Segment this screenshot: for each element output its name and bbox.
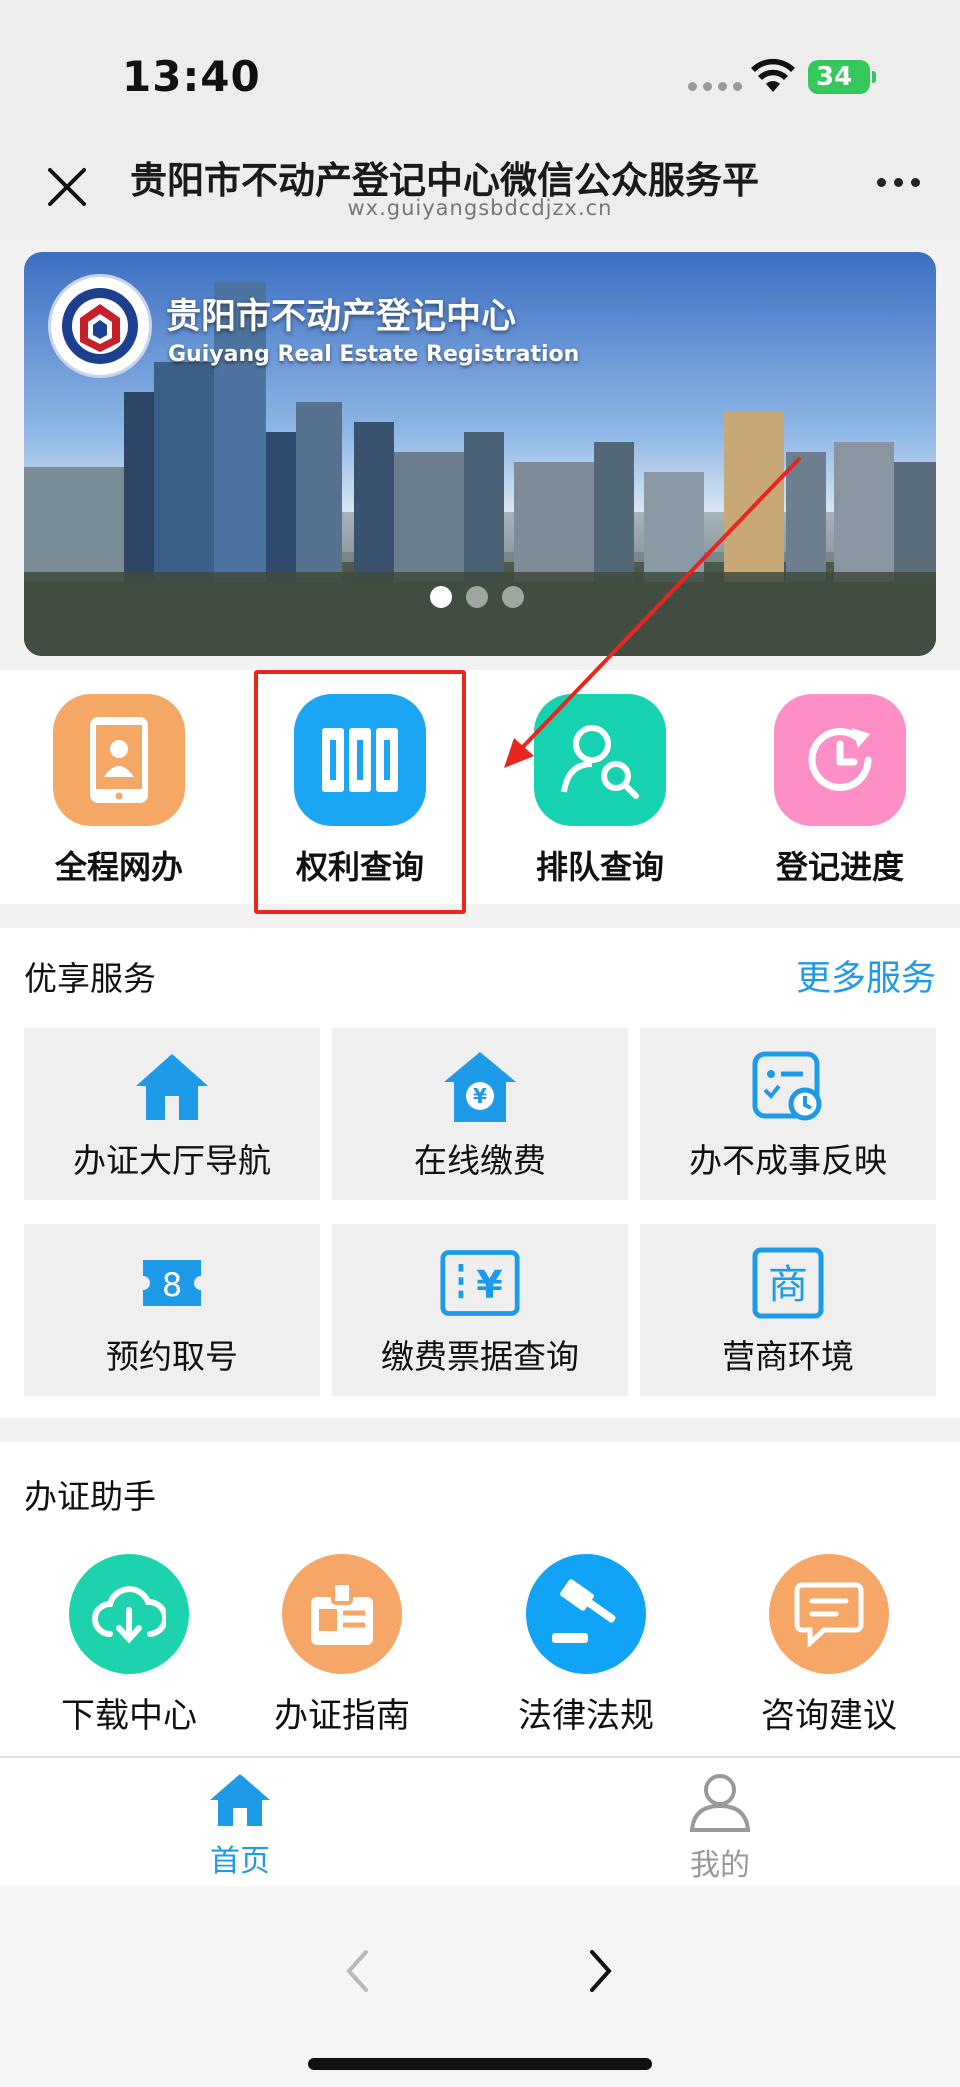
yen-receipt-icon: ¥ [440,1246,520,1320]
tab-mine[interactable]: 我的 [620,1772,820,1884]
status-bar: 13:40 34 [0,0,960,140]
carousel-dot[interactable] [430,586,452,608]
feedback-card-icon [748,1050,828,1124]
quick-item-label: 排队查询 [535,848,664,886]
service-online-payment[interactable]: ¥ 在线缴费 [332,1028,628,1200]
cellular-signal-icon [688,82,742,91]
back-arrow-icon[interactable] [344,1948,370,1994]
service-label: 办不成事反映 [689,1141,887,1180]
services-section: 优享服务 更多服务 办证大厅导航 ¥ 在线缴费 办不成事反映 8 预约取号 ¥ … [0,928,960,1418]
cloud-download-icon [69,1554,189,1674]
guide-id-icon [282,1554,402,1674]
service-label: 在线缴费 [414,1141,546,1180]
svg-text:¥: ¥ [476,1263,503,1307]
quick-item-label: 全程网办 [54,848,183,886]
ticket-icon: 8 [132,1246,212,1320]
service-business-environment[interactable]: 商 营商环境 [640,1224,936,1396]
banner-subtitle: Guiyang Real Estate Registration [168,342,580,367]
banner-carousel[interactable]: 贵阳市不动产登记中心 Guiyang Real Estate Registrat… [24,252,936,656]
service-label: 营商环境 [722,1337,854,1376]
assistant-section: 办证助手 下载中心 办证指南 法律法规 咨询建议 [0,1442,960,1756]
more-options-icon[interactable] [877,178,920,187]
carousel-dot[interactable] [466,586,488,608]
clock-refresh-icon [774,694,906,826]
assistant-download-center[interactable]: 下载中心 [29,1554,229,1737]
browser-nav-bar: 贵阳市不动产登记中心微信公众服务平 wx.guiyangsbdcdjzx.cn [0,140,960,240]
tab-home-label: 首页 [210,1844,270,1879]
shang-icon: 商 [748,1246,828,1320]
quick-item-label: 登记进度 [775,848,904,886]
service-receipt-query[interactable]: ¥ 缴费票据查询 [332,1224,628,1396]
svg-text:¥: ¥ [473,1084,487,1108]
quick-item-online[interactable]: 全程网办 [19,694,219,888]
service-feedback[interactable]: 办不成事反映 [640,1028,936,1200]
carousel-dot[interactable] [502,586,524,608]
gavel-icon [526,1554,646,1674]
service-label: 缴费票据查询 [381,1337,579,1376]
home-indicator [308,2058,652,2070]
browser-toolbar [0,1886,960,2087]
tab-bar: 首页 我的 [0,1756,960,1886]
svg-text:商: 商 [768,1262,808,1308]
assistant-label: 法律法规 [518,1696,654,1736]
home-icon [132,1050,212,1124]
forward-arrow-icon[interactable] [588,1948,614,1994]
battery-level: 34 [816,62,853,92]
battery-icon: 34 [808,60,876,94]
service-label: 办证大厅导航 [73,1141,271,1180]
user-search-icon [534,694,666,826]
service-appointment[interactable]: 8 预约取号 [24,1224,320,1396]
wifi-icon [751,58,795,92]
phone-user-icon [53,694,185,826]
service-label: 预约取号 [106,1337,238,1376]
services-title: 优享服务 [24,959,156,998]
quick-menu: 全程网办 权利查询 排队查询 登记进度 [0,670,960,904]
assistant-label: 办证指南 [274,1696,410,1736]
more-services-link[interactable]: 更多服务 [796,950,936,1001]
house-yen-icon: ¥ [440,1050,520,1124]
assistant-consult[interactable]: 咨询建议 [729,1554,929,1737]
carousel-dots[interactable] [430,586,524,608]
highlight-box [254,670,466,914]
assistant-label: 咨询建议 [761,1696,897,1736]
page-url: wx.guiyangsbdcdjzx.cn [347,196,613,220]
registration-center-logo [48,274,152,378]
quick-item-progress[interactable]: 登记进度 [740,694,940,888]
quick-item-queue-query[interactable]: 排队查询 [500,694,700,888]
assistant-title: 办证助手 [24,1477,156,1516]
assistant-guide[interactable]: 办证指南 [242,1554,442,1737]
banner-title: 贵阳市不动产登记中心 [166,297,517,337]
service-hall-navigation[interactable]: 办证大厅导航 [24,1028,320,1200]
home-tab-icon [210,1774,270,1826]
svg-text:8: 8 [162,1266,182,1304]
tab-home[interactable]: 首页 [140,1772,340,1880]
assistant-label: 下载中心 [61,1696,197,1736]
user-icon [689,1774,751,1832]
status-time: 13:40 [122,52,261,101]
assistant-laws[interactable]: 法律法规 [486,1554,686,1737]
tab-mine-label: 我的 [690,1848,750,1883]
chat-icon [769,1554,889,1674]
